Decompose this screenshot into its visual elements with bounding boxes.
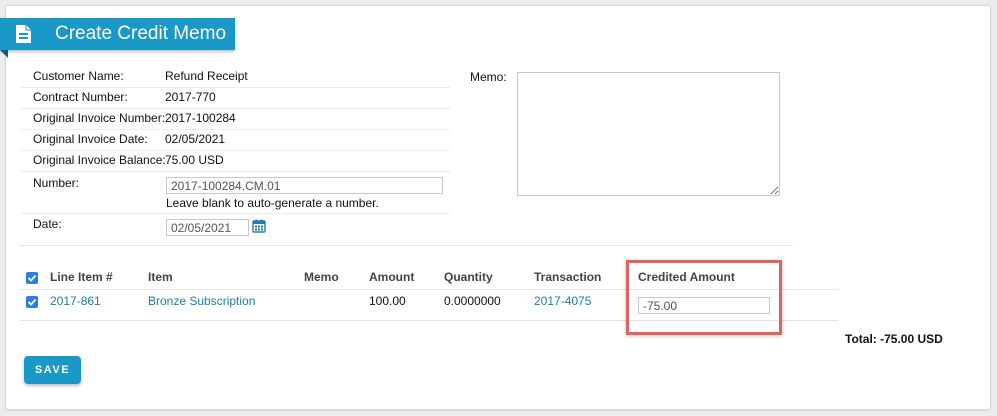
number-hint: Leave blank to auto-generate a number. [166, 196, 379, 210]
number-input[interactable] [166, 177, 443, 194]
document-icon [16, 25, 31, 43]
original-invoice-date-label: Original Invoice Date: [33, 132, 148, 146]
contract-number-value: 2017-770 [165, 90, 216, 104]
col-memo: Memo [304, 270, 339, 284]
col-quantity: Quantity [444, 270, 493, 284]
contract-number-label: Contract Number: [33, 90, 128, 104]
col-transaction: Transaction [534, 270, 602, 284]
transaction-link[interactable]: 2017-4075 [534, 294, 591, 308]
original-invoice-balance-value: 75.00 USD [165, 153, 224, 167]
contract-number-row: Contract Number: 2017-770 [20, 87, 450, 109]
row-amount: 100.00 [369, 294, 406, 308]
col-line-item: Line Item # [50, 270, 113, 284]
original-invoice-balance-row: Original Invoice Balance: 75.00 USD [20, 150, 450, 172]
customer-name-value: Refund Receipt [165, 69, 248, 83]
memo-label: Memo: [470, 70, 507, 84]
banner-fold [0, 50, 8, 58]
date-input[interactable] [166, 219, 249, 236]
row-quantity: 0.0000000 [444, 294, 501, 308]
row-checkbox[interactable] [26, 296, 38, 308]
item-link[interactable]: Bronze Subscription [148, 294, 255, 308]
total-amount: Total: -75.00 USD [845, 332, 943, 346]
number-label: Number: [33, 176, 80, 190]
customer-name-label: Customer Name: [33, 69, 124, 83]
select-all-checkbox[interactable] [26, 272, 38, 284]
original-invoice-balance-label: Original Invoice Balance: [33, 153, 166, 167]
title-banner: Create Credit Memo [0, 18, 235, 58]
form-divider [20, 245, 793, 246]
original-invoice-number-row: Original Invoice Number: 2017-100284 [20, 108, 450, 130]
calendar-icon[interactable] [252, 219, 266, 233]
save-button[interactable]: SAVE [24, 356, 81, 384]
page-title: Create Credit Memo [55, 23, 227, 44]
memo-textarea[interactable] [517, 72, 780, 196]
col-amount: Amount [369, 270, 415, 284]
original-invoice-number-value: 2017-100284 [165, 111, 236, 125]
col-item: Item [148, 270, 173, 284]
date-label: Date: [33, 217, 62, 231]
checkmark-icon [27, 298, 37, 306]
checkmark-icon [27, 274, 37, 282]
original-invoice-date-row: Original Invoice Date: 02/05/2021 [20, 129, 450, 151]
customer-name-row: Customer Name: Refund Receipt [20, 66, 450, 88]
original-invoice-number-label: Original Invoice Number: [33, 111, 166, 125]
credited-amount-highlight [626, 260, 782, 335]
original-invoice-date-value: 02/05/2021 [165, 132, 226, 146]
line-item-link[interactable]: 2017-861 [50, 294, 101, 308]
